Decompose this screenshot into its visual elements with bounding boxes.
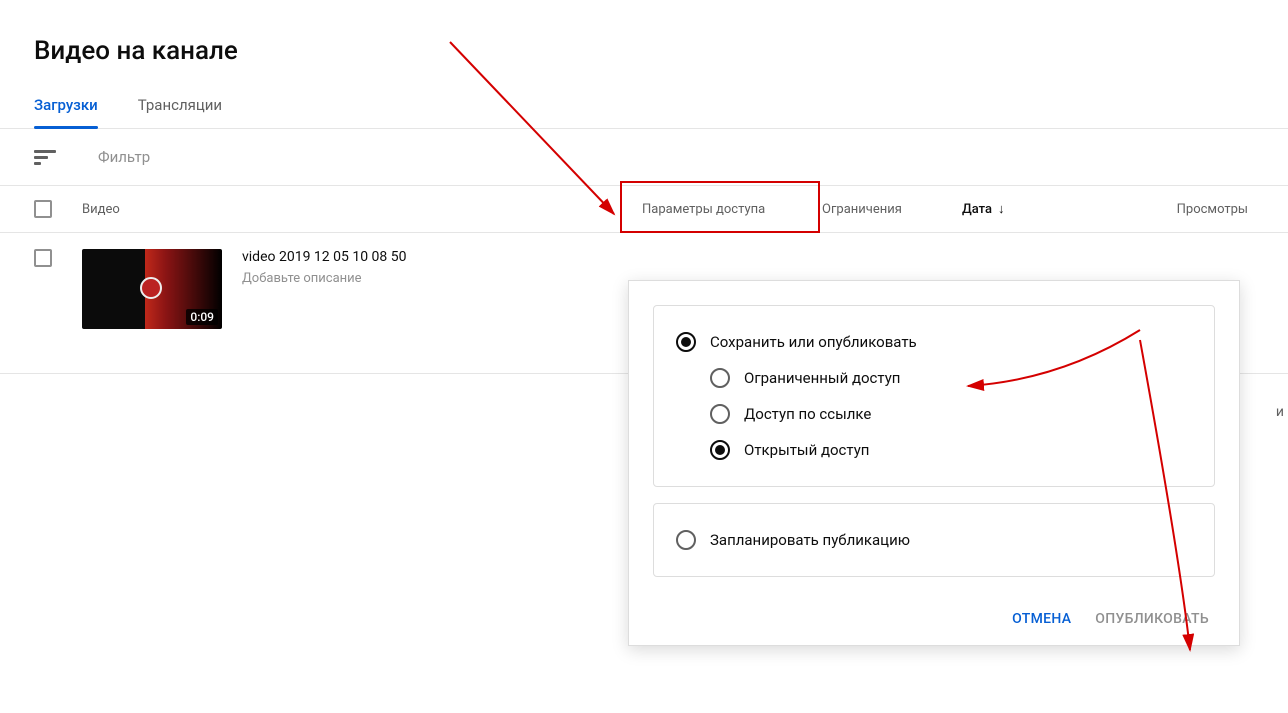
option-save-or-publish[interactable]: Сохранить или опубликовать: [676, 324, 1192, 360]
table-header: Видео Параметры доступа Ограничения Дата…: [0, 186, 1288, 233]
radio-icon: [676, 332, 696, 352]
option-schedule[interactable]: Запланировать публикацию: [676, 522, 1192, 558]
column-restrictions[interactable]: Ограничения: [822, 202, 962, 217]
row-checkbox[interactable]: [34, 249, 52, 267]
option-label: Сохранить или опубликовать: [710, 333, 917, 351]
tab-live[interactable]: Трансляции: [138, 96, 222, 128]
save-publish-group: Сохранить или опубликовать Ограниченный …: [653, 305, 1215, 487]
publish-button[interactable]: ОПУБЛИКОВАТЬ: [1095, 611, 1209, 627]
column-visibility[interactable]: Параметры доступа: [642, 202, 822, 217]
column-date[interactable]: Дата ↓: [962, 201, 1082, 217]
option-unlisted[interactable]: Доступ по ссылке: [676, 396, 1192, 432]
option-label: Доступ по ссылке: [744, 405, 871, 423]
radio-icon: [710, 368, 730, 388]
filter-input[interactable]: Фильтр: [98, 148, 150, 166]
page-title: Видео на канале: [0, 0, 1288, 66]
option-label: Запланировать публикацию: [710, 531, 910, 549]
column-video: Видео: [82, 202, 642, 217]
video-duration: 0:09: [186, 309, 218, 325]
arrow-down-icon: ↓: [998, 201, 1005, 217]
tabs: Загрузки Трансляции: [0, 66, 1288, 129]
option-public[interactable]: Открытый доступ: [676, 432, 1192, 468]
cancel-button[interactable]: ОТМЕНА: [1012, 611, 1071, 627]
filter-icon[interactable]: [34, 145, 58, 169]
video-thumbnail[interactable]: 0:09: [82, 249, 222, 329]
thumbnail-decoration: [140, 277, 162, 299]
column-views[interactable]: Просмотры: [1177, 202, 1254, 217]
popup-footer: ОТМЕНА ОПУБЛИКОВАТЬ: [653, 593, 1215, 645]
option-label: Открытый доступ: [744, 441, 869, 459]
radio-icon: [710, 440, 730, 460]
tab-uploads[interactable]: Загрузки: [34, 96, 98, 128]
truncated-text: и: [1276, 404, 1284, 420]
radio-icon: [710, 404, 730, 424]
radio-icon: [676, 530, 696, 550]
video-meta: video 2019 12 05 10 08 50 Добавьте описа…: [242, 249, 406, 286]
video-title[interactable]: video 2019 12 05 10 08 50: [242, 249, 406, 265]
column-date-label: Дата: [962, 202, 992, 217]
option-private[interactable]: Ограниченный доступ: [676, 360, 1192, 396]
video-description-placeholder[interactable]: Добавьте описание: [242, 271, 406, 286]
filter-bar: Фильтр: [0, 129, 1288, 186]
select-all-checkbox[interactable]: [34, 200, 52, 218]
visibility-popup: Сохранить или опубликовать Ограниченный …: [628, 280, 1240, 646]
schedule-group: Запланировать публикацию: [653, 503, 1215, 577]
option-label: Ограниченный доступ: [744, 369, 900, 387]
